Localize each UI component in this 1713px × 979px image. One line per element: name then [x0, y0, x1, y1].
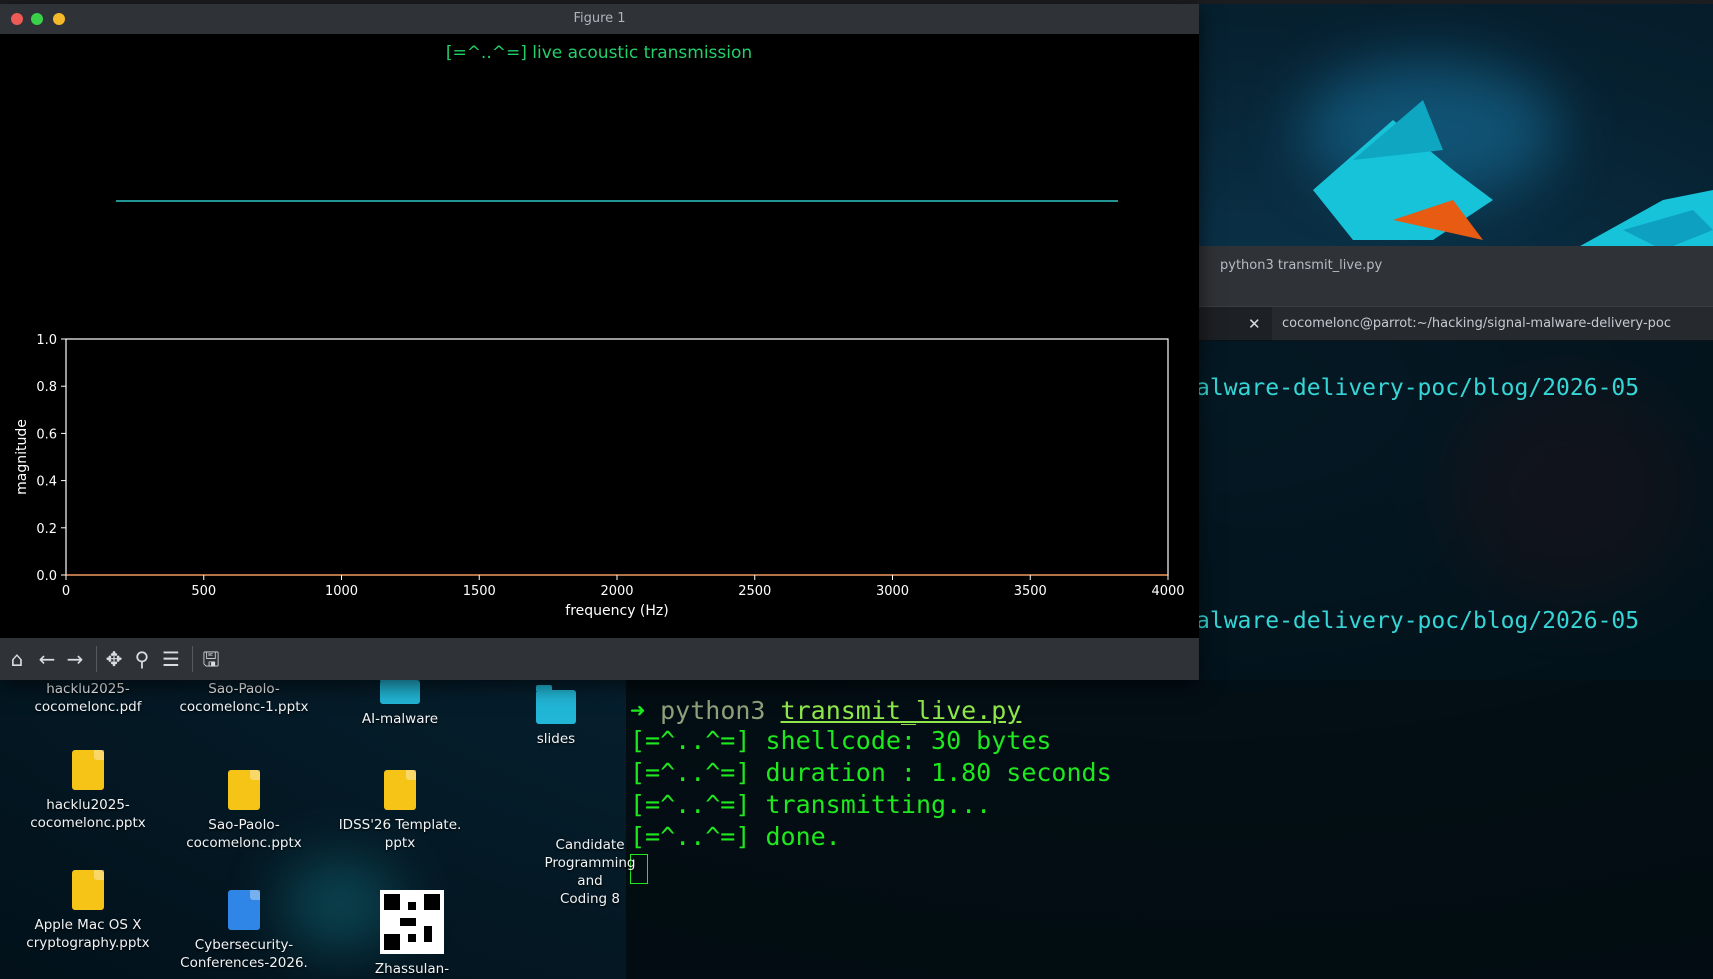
y-axis-label: magnitude	[14, 419, 30, 495]
x-axis-label: frequency (Hz)	[565, 603, 668, 619]
x-tick-label: 2500	[738, 584, 771, 599]
desktop-icon-label: Cybersecurity- Conferences-2026.	[180, 937, 308, 971]
desktop-icon-label: IDSS'26 Template. pptx	[338, 817, 462, 851]
desktop-icon-label: AI-malware	[361, 711, 439, 727]
presentation-file-icon	[72, 750, 104, 790]
terminal-path-line-2: alware-delivery-poc/blog/2026-05	[1196, 608, 1640, 634]
desktop-icon-slides[interactable]: slides	[486, 685, 626, 748]
x-tick-label: 2000	[600, 584, 633, 599]
x-tick-label: 500	[191, 584, 216, 599]
terminal-tab-bar: ✕ cocomelonc@parrot:~/hacking/signal-mal…	[1196, 306, 1713, 341]
command-script: transmit_live.py	[780, 696, 1022, 725]
output-shellcode: [=^..^=] shellcode: 30 bytes	[630, 726, 1052, 755]
desktop-icon-hacklu-pdf[interactable]: hacklu2025- cocomelonc.pdf	[18, 680, 158, 716]
desktop-icon-label: Sao-Paolo- cocomelonc.pptx	[186, 817, 302, 851]
terminal-tab-active[interactable]: ✕	[1196, 307, 1272, 341]
document-file-icon	[228, 890, 260, 930]
desktop-icon-label: hacklu2025- cocomelonc.pdf	[34, 681, 142, 715]
x-tick-label: 4000	[1151, 584, 1184, 599]
x-tick-label: 1500	[463, 584, 496, 599]
back-icon[interactable]: ←	[34, 646, 60, 672]
desktop-icon-apple-macos[interactable]: Apple Mac OS X cryptography.pptx	[18, 870, 158, 952]
y-tick-label: 0.8	[36, 380, 57, 395]
desktop-icon-candidate[interactable]: Candidate Programming and Coding 8	[530, 836, 650, 908]
x-tick-group: 0 500 1000 1500 2000 2500 3000 3500 4000	[62, 575, 1185, 599]
x-tick-label: 3000	[876, 584, 909, 599]
parrot-logo-icon	[1313, 100, 1713, 250]
terminal-body[interactable]: alware-delivery-poc/blog/2026-05 alware-…	[1196, 340, 1713, 680]
desktop-icon-label: Apple Mac OS X cryptography.pptx	[26, 917, 150, 951]
folder-icon	[380, 675, 420, 704]
home-icon[interactable]: ⌂	[4, 646, 30, 672]
terminal-output[interactable]: ➜ python3 transmit_live.py [=^..^=] shel…	[626, 680, 1713, 979]
qr-code-icon	[380, 890, 444, 954]
output-duration: [=^..^=] duration : 1.80 seconds	[630, 758, 1112, 787]
desktop-icon-cybersecurity[interactable]: Cybersecurity- Conferences-2026.	[174, 890, 314, 972]
desktop-icon-idss-template[interactable]: IDSS'26 Template. pptx	[330, 770, 470, 852]
plot-title: [=^..^=] live acoustic transmission	[446, 43, 752, 63]
output-done: [=^..^=] done.	[630, 822, 841, 851]
configure-icon[interactable]: ☰	[158, 646, 184, 672]
desktop-icon-label: Candidate Programming and Coding 8	[544, 837, 636, 907]
terminal-path-line-1: alware-delivery-poc/blog/2026-05	[1196, 375, 1640, 401]
y-tick-label: 0.6	[36, 427, 57, 442]
presentation-file-icon	[384, 770, 416, 810]
figure-canvas[interactable]: [=^..^=] live acoustic transmission 0 500…	[0, 34, 1199, 638]
command-name: python3	[660, 696, 766, 725]
x-tick-label: 3500	[1014, 584, 1047, 599]
close-icon[interactable]: ✕	[1248, 315, 1261, 333]
terminal-title: python3 transmit_live.py	[1220, 258, 1383, 273]
desktop-icon-ai-malware[interactable]: AI-malware	[330, 675, 470, 728]
figure-titlebar: Figure 1	[0, 4, 1199, 34]
y-tick-label: 0.4	[36, 475, 57, 490]
figure-toolbar: ⌂ ← → ✥ ⚲ ☰ 🖫	[0, 638, 1199, 680]
desktop-icon-label: hacklu2025- cocomelonc.pptx	[30, 797, 146, 831]
x-tick-label: 1000	[325, 584, 358, 599]
plot-svg: [=^..^=] live acoustic transmission 0 500…	[14, 43, 1185, 619]
desktop-icon-hacklu-pptx[interactable]: hacklu2025- cocomelonc.pptx	[18, 750, 158, 832]
toolbar-separator	[96, 646, 97, 672]
figure-window: Figure 1 [=^..^=] live acoustic transmis…	[0, 4, 1199, 680]
pan-icon[interactable]: ✥	[101, 646, 127, 672]
figure-window-title: Figure 1	[573, 11, 626, 26]
save-icon[interactable]: 🖫	[198, 646, 224, 672]
y-tick-group: 0.0 0.2 0.4 0.6 0.8 1.0	[36, 333, 66, 584]
folder-icon	[536, 685, 576, 724]
desktop-icon-label: slides	[536, 731, 576, 747]
desktop-icon-sao-paolo-1[interactable]: Sao-Paolo- cocomelonc-1.pptx	[174, 680, 314, 716]
y-tick-label: 0.0	[36, 569, 57, 584]
y-tick-label: 0.2	[36, 522, 57, 537]
output-transmitting: [=^..^=] transmitting...	[630, 790, 992, 819]
y-tick-label: 1.0	[36, 333, 57, 348]
prompt-arrow: ➜	[630, 696, 646, 725]
toolbar-separator	[192, 646, 193, 672]
spectrum-axes	[65, 338, 1169, 576]
zoom-icon[interactable]: ⚲	[129, 646, 155, 672]
presentation-file-icon	[228, 770, 260, 810]
desktop-icon-label: Zhassulan-	[374, 961, 450, 977]
presentation-file-icon	[72, 870, 104, 910]
desktop-icon-label: Sao-Paolo- cocomelonc-1.pptx	[179, 681, 309, 715]
terminal-titlebar: python3 transmit_live.py	[1196, 246, 1713, 306]
desktop-icon-zhassulan[interactable]: Zhassulan-	[342, 890, 482, 978]
x-tick-label: 0	[62, 584, 70, 599]
forward-icon[interactable]: →	[62, 646, 88, 672]
terminal-command-line: ➜ python3 transmit_live.py	[630, 696, 1021, 725]
desktop-icon-sao-paolo[interactable]: Sao-Paolo- cocomelonc.pptx	[174, 770, 314, 852]
qr-pattern-icon	[384, 894, 440, 950]
terminal-tab-path[interactable]: cocomelonc@parrot:~/hacking/signal-malwa…	[1282, 316, 1671, 331]
